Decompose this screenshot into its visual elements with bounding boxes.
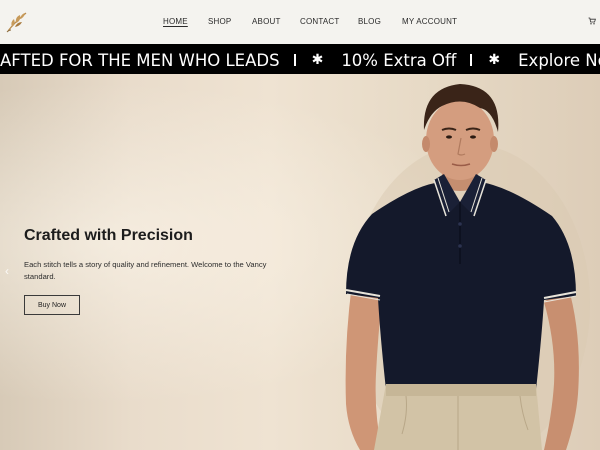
nav-shop[interactable]: SHOP — [208, 17, 231, 27]
hero-model-image — [345, 84, 590, 450]
marquee-text: AFTED FOR THE MEN WHO LEADS — [0, 50, 280, 70]
nav-blog[interactable]: BLOG — [358, 17, 381, 27]
marquee-divider — [470, 54, 473, 66]
hero-banner: ‹ Crafted with Precision Each stitch tel… — [0, 74, 600, 450]
nav-contact[interactable]: CONTACT — [300, 17, 339, 27]
buy-now-button[interactable]: Buy Now — [24, 295, 80, 315]
nav-home[interactable]: HOME — [163, 17, 188, 27]
marquee-track: AFTED FOR THE MEN WHO LEADS ✱ 10% Extra … — [0, 50, 600, 70]
chevron-left-icon[interactable]: ‹ — [5, 264, 9, 278]
marquee-text: 10% Extra Off — [341, 50, 457, 70]
hero-subtitle: Each stitch tells a story of quality and… — [24, 260, 267, 281]
promo-marquee: AFTED FOR THE MEN WHO LEADS ✱ 10% Extra … — [0, 44, 600, 74]
main-nav: HOME SHOP ABOUT CONTACT BLOG MY ACCOUNT — [0, 17, 600, 29]
marquee-divider — [293, 54, 296, 66]
cart-icon[interactable] — [588, 17, 596, 25]
marquee-text: Explore Now — [518, 50, 600, 70]
nav-about[interactable]: ABOUT — [252, 17, 281, 27]
site-header: HOME SHOP ABOUT CONTACT BLOG MY ACCOUNT — [0, 0, 600, 44]
nav-my-account[interactable]: MY ACCOUNT — [402, 17, 457, 27]
star-icon: ✱ — [488, 52, 501, 68]
hero-title: Crafted with Precision — [24, 227, 193, 244]
star-icon: ✱ — [311, 52, 324, 68]
